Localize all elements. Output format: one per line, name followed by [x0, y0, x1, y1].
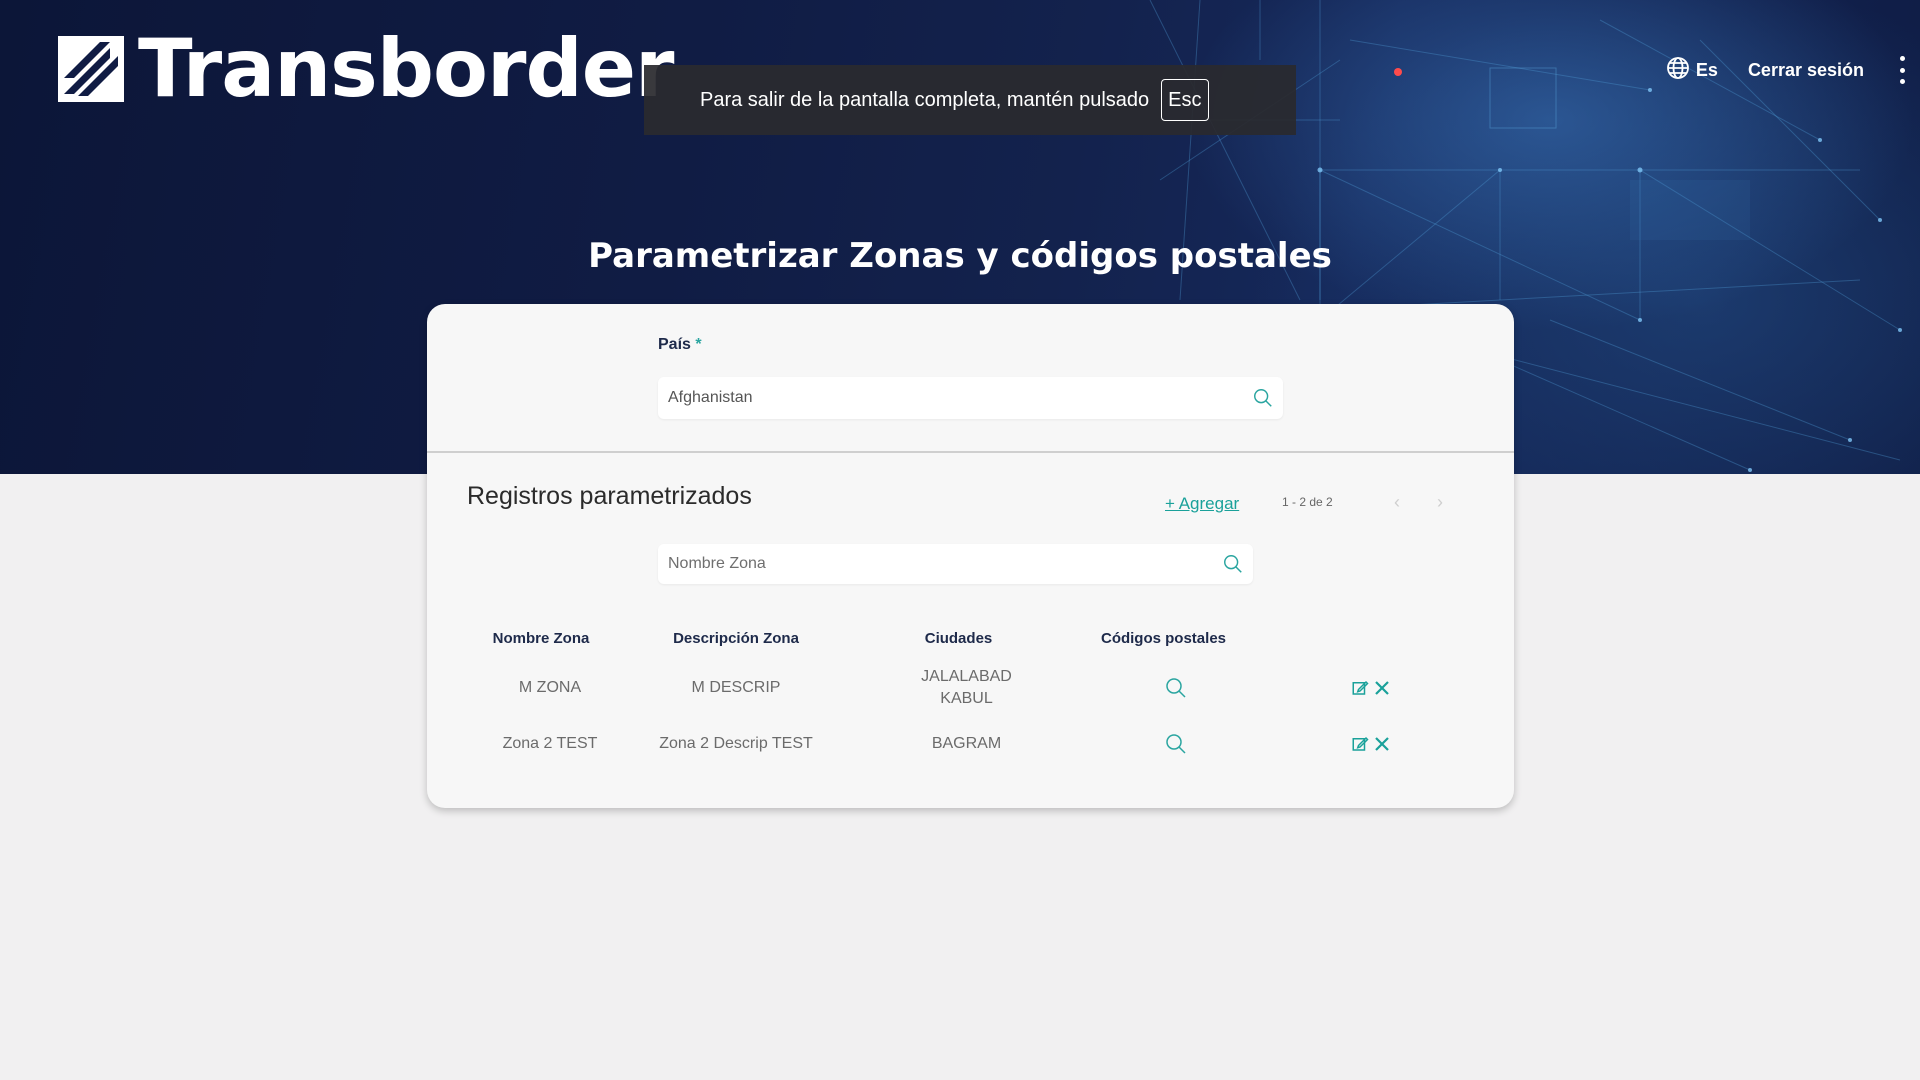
country-section: País *: [427, 304, 1514, 453]
edit-icon[interactable]: [1351, 735, 1369, 753]
zone-search-field[interactable]: [658, 544, 1253, 584]
brand-logo: Transborder: [58, 22, 674, 115]
close-icon[interactable]: [1373, 735, 1391, 753]
column-header-cities: Ciudades: [924, 629, 993, 647]
fullscreen-notice-text: Para salir de la pantalla completa, mant…: [700, 88, 1150, 111]
fullscreen-exit-notice: Para salir de la pantalla completa, mant…: [644, 65, 1296, 135]
search-icon[interactable]: [1213, 544, 1253, 584]
city-item: JALALABAD: [921, 668, 1012, 685]
postal-codes-cell: [1066, 720, 1261, 768]
page-title: Parametrizar Zonas y códigos postales: [588, 236, 1332, 276]
required-mark: *: [695, 336, 702, 353]
brand-name: Transborder: [138, 22, 674, 115]
column-header-postal-codes: Códigos postales: [1100, 629, 1227, 647]
zone-description-cell: M DESCRIP: [691, 679, 781, 696]
next-page-icon[interactable]: ›: [1430, 492, 1450, 512]
cities-cell: JALALABAD KABUL: [851, 656, 1066, 720]
records-title: Registros parametrizados: [467, 482, 752, 510]
country-label: País *: [658, 336, 702, 353]
kebab-menu-icon[interactable]: [1898, 56, 1906, 84]
postal-codes-cell: [1066, 656, 1261, 720]
search-icon[interactable]: [1164, 676, 1188, 700]
close-icon[interactable]: [1373, 679, 1391, 697]
search-icon[interactable]: [1243, 377, 1283, 419]
logout-link[interactable]: Cerrar sesión: [1748, 60, 1864, 81]
country-input[interactable]: [658, 377, 1243, 419]
city-item: BAGRAM: [931, 735, 1002, 752]
esc-key-badge: Esc: [1161, 79, 1209, 121]
column-header-zone-name: Nombre Zona: [492, 629, 590, 647]
zones-table: Nombre Zona Descripción Zona Ciudades Có…: [461, 620, 1461, 768]
language-selector[interactable]: Es: [1666, 56, 1718, 85]
zone-description-cell: Zona 2 Descrip TEST: [659, 735, 813, 752]
transborder-logo-icon: [58, 36, 124, 102]
country-field[interactable]: [658, 377, 1283, 419]
table-row: Zona 2 TEST Zona 2 Descrip TEST BAGRAM: [461, 720, 1461, 768]
pagination-info: 1 - 2 de 2: [1282, 495, 1333, 509]
city-item: KABUL: [940, 690, 993, 707]
column-header-actions: [1261, 620, 1461, 656]
table-row: M ZONA M DESCRIP JALALABAD KABUL: [461, 656, 1461, 720]
column-header-zone-description: Descripción Zona: [673, 629, 799, 647]
zones-card: País * Registros parametrizados + Agrega…: [427, 304, 1514, 808]
actions-cell: [1261, 656, 1461, 720]
cities-cell: BAGRAM: [851, 720, 1066, 768]
add-record-link[interactable]: + Agregar: [1165, 494, 1239, 514]
language-label: Es: [1695, 60, 1718, 80]
zone-name-cell: M ZONA: [518, 679, 582, 696]
actions-cell: [1261, 720, 1461, 768]
table-header-row: Nombre Zona Descripción Zona Ciudades Có…: [461, 620, 1461, 656]
globe-icon: [1666, 56, 1690, 85]
edit-icon[interactable]: [1351, 679, 1369, 697]
prev-page-icon[interactable]: ‹: [1387, 492, 1407, 512]
zone-search-input[interactable]: [658, 544, 1213, 584]
search-icon[interactable]: [1164, 732, 1188, 756]
zone-name-cell: Zona 2 TEST: [502, 735, 598, 752]
